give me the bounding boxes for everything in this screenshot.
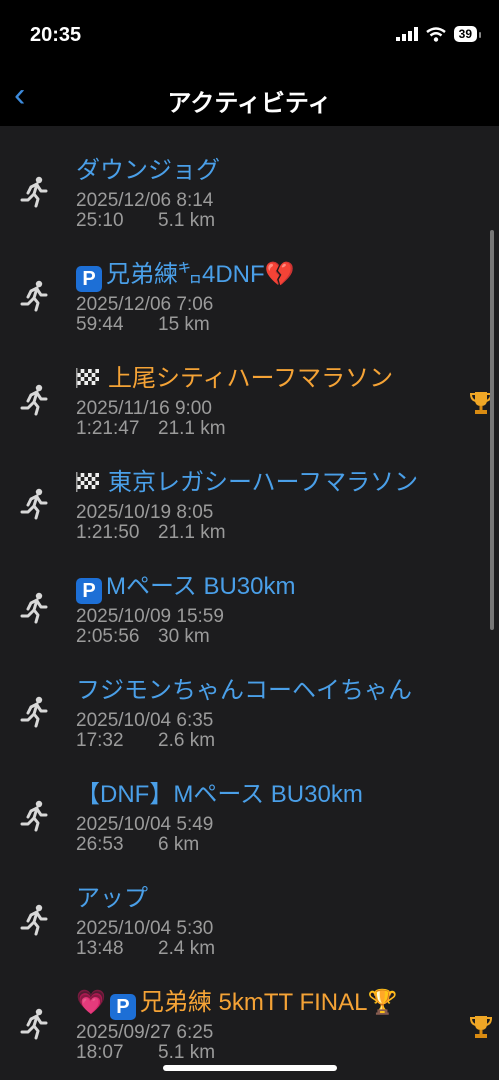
- activity-distance: 2.4 km: [158, 938, 216, 959]
- activity-title-text: 【DNF】Mペース BU30km: [76, 781, 363, 808]
- parking-badge-icon: P: [76, 266, 102, 292]
- activity-date: 2025/10/04 5:49: [76, 814, 214, 835]
- activity-distance: 6 km: [158, 834, 200, 855]
- running-person-icon: [18, 798, 52, 832]
- activity-distance: 21.1 km: [158, 522, 226, 543]
- activity-row[interactable]: 【DNF】Mペース BU30km 2025/10/04 5:49 26:53 6 km: [0, 750, 499, 856]
- activity-list[interactable]: ダウンジョグ 2025/12/06 8:14 25:10 5.1 km P 兄弟練㌔4DN…: [0, 126, 499, 1080]
- activity-title: P 兄弟練㌔4DNF💔: [76, 260, 441, 292]
- wifi-icon: [425, 26, 446, 42]
- scrollbar[interactable]: [490, 230, 494, 630]
- activity-duration: 1:21:47: [76, 418, 140, 439]
- activity-row[interactable]: 💗 P 兄弟練 5kmTT FINAL🏆 2025/09/27 6:25 18:07 5.…: [0, 958, 499, 1064]
- activity-title-text: 兄弟練 5kmTT FINAL🏆: [139, 989, 398, 1016]
- activity-date: 2025/10/19 8:05: [76, 502, 214, 523]
- activity-date: 2025/10/04 6:35: [76, 710, 214, 731]
- parking-badge-icon: P: [76, 578, 102, 604]
- activity-duration: 13:48: [76, 938, 124, 959]
- activity-metrics: 17:32 2.6 km: [76, 730, 215, 752]
- activity-distance: 2.6 km: [158, 730, 216, 751]
- activity-duration: 18:07: [76, 1042, 124, 1063]
- running-person-icon: [18, 382, 52, 416]
- activity-row[interactable]: 上尾シティハーフマラソン 2025/11/16 9:00 1:21:47 21.1 k…: [0, 334, 499, 440]
- activity-date: 2025/12/06 8:14: [76, 190, 214, 211]
- activity-metrics: 1:21:50 21.1 km: [76, 522, 226, 544]
- running-person-icon: [18, 278, 52, 312]
- status-time: 20:35: [30, 24, 82, 46]
- activity-metrics: 13:48 2.4 km: [76, 938, 215, 960]
- activity-distance: 5.1 km: [158, 210, 216, 231]
- activity-date: 2025/10/04 5:30: [76, 918, 214, 939]
- running-person-icon: [18, 694, 52, 728]
- running-person-icon: [18, 902, 52, 936]
- activity-title: P Mペース BU30km: [76, 572, 441, 604]
- page-title: アクティビティ: [167, 90, 332, 117]
- running-person-icon: [18, 174, 52, 208]
- activity-metrics: 18:07 5.1 km: [76, 1042, 215, 1064]
- activity-title-text: フジモンちゃんコーヘイちゃん: [76, 677, 412, 704]
- activity-duration: 1:21:50: [76, 522, 140, 543]
- navigation-bar: ‹ アクティビティ: [0, 70, 499, 126]
- signal-icon: [395, 27, 418, 41]
- activity-title-text: アップ: [76, 885, 148, 912]
- heart-emoji: 💗: [76, 989, 106, 1016]
- activity-title-text: 上尾シティハーフマラソン: [108, 365, 394, 392]
- activity-title-text: 兄弟練㌔4DNF💔: [106, 261, 295, 288]
- activity-title-text: Mペース BU30km: [106, 573, 296, 600]
- activity-distance: 21.1 km: [158, 418, 226, 439]
- activity-duration: 17:32: [76, 730, 124, 751]
- activity-title: 【DNF】Mペース BU30km: [76, 780, 441, 810]
- checkered-flag-icon: [76, 368, 100, 388]
- activity-duration: 59:44: [76, 314, 124, 335]
- activity-duration: 25:10: [76, 210, 124, 231]
- activity-title: フジモンちゃんコーヘイちゃん: [76, 676, 441, 706]
- activity-metrics: 2:05:56 30 km: [76, 626, 210, 648]
- activity-metrics: 26:53 6 km: [76, 834, 199, 856]
- activity-title: ダウンジョグ: [76, 156, 441, 186]
- activity-row[interactable]: P Mペース BU30km 2025/10/09 15:59 2:05:56 30 km: [0, 542, 499, 648]
- activity-title: 上尾シティハーフマラソン: [76, 364, 441, 394]
- activity-metrics: 59:44 15 km: [76, 314, 210, 336]
- activity-duration: 26:53: [76, 834, 124, 855]
- activity-date: 2025/11/16 9:00: [76, 398, 212, 419]
- status-icons: 39: [395, 26, 482, 42]
- running-person-icon: [18, 1006, 52, 1040]
- parking-badge-icon: P: [109, 994, 136, 1020]
- activity-title: 💗 P 兄弟練 5kmTT FINAL🏆: [76, 988, 441, 1020]
- activity-title-text: ダウンジョグ: [76, 157, 220, 184]
- activity-metrics: 1:21:47 21.1 km: [76, 418, 226, 440]
- activity-row[interactable]: 東京レガシーハーフマラソン 2025/10/19 8:05 1:21:50 21.1 …: [0, 438, 499, 544]
- activity-row[interactable]: ダウンジョグ 2025/12/06 8:14 25:10 5.1 km: [0, 126, 499, 232]
- battery-indicator: 39: [453, 26, 482, 42]
- running-person-icon: [18, 486, 52, 520]
- activity-title: アップ: [76, 884, 441, 914]
- activity-date: 2025/10/09 15:59: [76, 606, 224, 627]
- activity-row[interactable]: アップ 2025/10/04 5:30 13:48 2.4 km: [0, 854, 499, 960]
- checkered-flag-icon: [76, 472, 100, 492]
- activity-title: 東京レガシーハーフマラソン: [76, 468, 441, 498]
- home-indicator[interactable]: [163, 1065, 337, 1071]
- activity-distance: 5.1 km: [158, 1042, 216, 1063]
- activity-distance: 15 km: [158, 314, 210, 335]
- activity-row[interactable]: P 兄弟練㌔4DNF💔 2025/12/06 7:06 59:44 15 km: [0, 230, 499, 336]
- activity-row[interactable]: フジモンちゃんコーヘイちゃん 2025/10/04 6:35 17:32 2.6 km: [0, 646, 499, 752]
- activity-date: 2025/12/06 7:06: [76, 294, 214, 315]
- trophy-icon: [469, 1014, 493, 1040]
- activity-distance: 30 km: [158, 626, 210, 647]
- activity-duration: 2:05:56: [76, 626, 140, 647]
- activity-metrics: 25:10 5.1 km: [76, 210, 215, 232]
- activity-title-text: 東京レガシーハーフマラソン: [108, 469, 419, 496]
- running-person-icon: [18, 590, 52, 624]
- activity-date: 2025/09/27 6:25: [76, 1022, 214, 1043]
- status-bar: 20:35 39: [0, 0, 499, 70]
